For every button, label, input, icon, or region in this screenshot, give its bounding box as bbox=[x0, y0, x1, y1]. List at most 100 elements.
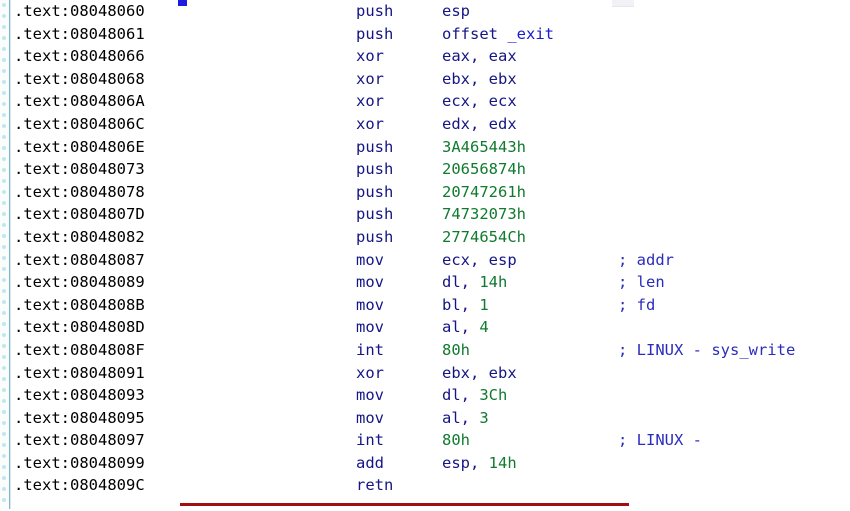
instruction-mnemonic[interactable]: int bbox=[356, 339, 384, 362]
instruction-mnemonic[interactable]: xor bbox=[356, 45, 384, 68]
operand-token-reg[interactable]: ecx, ecx bbox=[442, 92, 517, 110]
disassembly-line[interactable]: .text:0804807D push 74732073h bbox=[11, 203, 850, 226]
operand-token-num[interactable]: 1 bbox=[479, 296, 488, 314]
operand-token-reg[interactable]: dl, bbox=[442, 386, 479, 404]
line-comment[interactable]: ; addr bbox=[618, 249, 674, 272]
disassembly-line[interactable]: .text:0804809C retn bbox=[11, 474, 850, 497]
disassembly-line[interactable]: .text:08048082 push 2774654Ch bbox=[11, 226, 850, 249]
disassembly-line[interactable]: .text:08048066 xor eax, eax bbox=[11, 45, 850, 68]
operand-token-reg[interactable]: eax, eax bbox=[442, 47, 517, 65]
instruction-operands[interactable]: ecx, esp bbox=[442, 249, 517, 272]
line-comment[interactable]: ; len bbox=[618, 271, 665, 294]
instruction-mnemonic[interactable]: xor bbox=[356, 90, 384, 113]
instruction-mnemonic[interactable]: push bbox=[356, 23, 393, 46]
arrows-graph-gutter[interactable] bbox=[0, 0, 9, 511]
instruction-operands[interactable]: 80h bbox=[442, 339, 470, 362]
operand-token-num[interactable]: 74732073h bbox=[442, 205, 526, 223]
disassembly-line[interactable]: .text:08048091 xor ebx, ebx bbox=[11, 362, 850, 385]
instruction-mnemonic[interactable]: xor bbox=[356, 68, 384, 91]
instruction-mnemonic[interactable]: mov bbox=[356, 294, 384, 317]
instruction-mnemonic[interactable]: push bbox=[356, 181, 393, 204]
operand-token-reg[interactable]: bl, bbox=[442, 296, 479, 314]
disassembly-line[interactable]: .text:0804806A xor ecx, ecx bbox=[11, 90, 850, 113]
operand-token-num[interactable]: 2774654Ch bbox=[442, 228, 526, 246]
instruction-mnemonic[interactable]: int bbox=[356, 429, 384, 452]
instruction-operands[interactable]: 74732073h bbox=[442, 203, 526, 226]
instruction-operands[interactable]: bl, 1 bbox=[442, 294, 489, 317]
instruction-mnemonic[interactable]: mov bbox=[356, 249, 384, 272]
instruction-mnemonic[interactable]: push bbox=[356, 0, 393, 23]
disassembly-line[interactable]: .text:08048087 mov ecx, esp ; addr bbox=[11, 249, 850, 272]
instruction-operands[interactable]: 20656874h bbox=[442, 158, 526, 181]
instruction-operands[interactable]: ebx, ebx bbox=[442, 68, 517, 91]
instruction-operands[interactable]: 3A465443h bbox=[442, 136, 526, 159]
disassembly-line[interactable]: .text:0804808D mov al, 4 bbox=[11, 316, 850, 339]
line-comment[interactable]: ; LINUX - sys_write bbox=[618, 339, 795, 362]
instruction-operands[interactable]: 20747261h bbox=[442, 181, 526, 204]
instruction-operands[interactable]: dl, 3Ch bbox=[442, 384, 507, 407]
disassembly-line[interactable]: .text:08048089 mov dl, 14h ; len bbox=[11, 271, 850, 294]
instruction-operands[interactable]: edx, edx bbox=[442, 113, 517, 136]
instruction-operands[interactable]: esp, 14h bbox=[442, 452, 517, 475]
disassembly-line[interactable]: .text:08048099 add esp, 14h bbox=[11, 452, 850, 475]
operand-token-reg[interactable]: al, bbox=[442, 409, 479, 427]
instruction-mnemonic[interactable]: xor bbox=[356, 113, 384, 136]
line-comment[interactable]: ; LINUX - bbox=[618, 429, 711, 452]
instruction-operands[interactable]: ecx, ecx bbox=[442, 90, 517, 113]
disassembly-line[interactable]: .text:0804806E push 3A465443h bbox=[11, 136, 850, 159]
operand-token-num[interactable]: 14h bbox=[479, 273, 507, 291]
operand-token-num[interactable]: 80h bbox=[442, 341, 470, 359]
disassembly-line[interactable]: .text:08048061 push offset _exit bbox=[11, 23, 850, 46]
instruction-mnemonic[interactable]: retn bbox=[356, 474, 393, 497]
operand-token-kw[interactable]: offset bbox=[442, 25, 507, 43]
instruction-mnemonic[interactable]: mov bbox=[356, 316, 384, 339]
instruction-operands[interactable]: ebx, ebx bbox=[442, 362, 517, 385]
instruction-mnemonic[interactable]: push bbox=[356, 136, 393, 159]
operand-token-reg[interactable]: ecx, esp bbox=[442, 251, 517, 269]
operand-token-reg[interactable]: ebx, ebx bbox=[442, 70, 517, 88]
instruction-operands[interactable]: al, 3 bbox=[442, 407, 489, 430]
instruction-mnemonic[interactable]: mov bbox=[356, 384, 384, 407]
operand-token-reg[interactable]: esp, bbox=[442, 454, 489, 472]
operand-token-reg[interactable]: esp bbox=[442, 2, 470, 20]
disassembly-line[interactable]: .text:08048093 mov dl, 3Ch bbox=[11, 384, 850, 407]
disassembly-listing[interactable]: .text:08048060 push esp .text:08048061 push o… bbox=[11, 0, 850, 511]
instruction-mnemonic[interactable]: push bbox=[356, 158, 393, 181]
disassembly-line[interactable]: .text:0804806C xor edx, edx bbox=[11, 113, 850, 136]
instruction-mnemonic[interactable]: mov bbox=[356, 271, 384, 294]
instruction-operands[interactable]: esp bbox=[442, 0, 470, 23]
operand-token-reg[interactable]: al, bbox=[442, 318, 479, 336]
operand-token-num[interactable]: 20656874h bbox=[442, 160, 526, 178]
instruction-mnemonic[interactable]: push bbox=[356, 203, 393, 226]
operand-token-reg[interactable]: dl, bbox=[442, 273, 479, 291]
operand-token-num[interactable]: 4 bbox=[479, 318, 488, 336]
operand-token-num[interactable]: 3Ch bbox=[479, 386, 507, 404]
disassembly-line[interactable]: .text:08048078 push 20747261h bbox=[11, 181, 850, 204]
line-comment[interactable]: ; fd bbox=[618, 294, 655, 317]
operand-token-num[interactable]: 80h bbox=[442, 431, 470, 449]
operand-token-name[interactable]: _exit bbox=[507, 25, 554, 43]
instruction-mnemonic[interactable]: add bbox=[356, 452, 384, 475]
instruction-operands[interactable]: eax, eax bbox=[442, 45, 517, 68]
operand-token-reg[interactable]: ebx, ebx bbox=[442, 364, 517, 382]
operand-token-num[interactable]: 20747261h bbox=[442, 183, 526, 201]
instruction-operands[interactable]: offset _exit bbox=[442, 23, 554, 46]
disassembly-line[interactable]: .text:08048097 int 80h ; LINUX - bbox=[11, 429, 850, 452]
instruction-operands[interactable]: al, 4 bbox=[442, 316, 489, 339]
instruction-operands[interactable]: dl, 14h bbox=[442, 271, 507, 294]
instruction-mnemonic[interactable]: mov bbox=[356, 407, 384, 430]
disassembly-line[interactable]: .text:08048068 xor ebx, ebx bbox=[11, 68, 850, 91]
disassembly-line[interactable]: .text:08048073 push 20656874h bbox=[11, 158, 850, 181]
instruction-operands[interactable]: 2774654Ch bbox=[442, 226, 526, 249]
operand-token-reg[interactable]: edx, edx bbox=[442, 115, 517, 133]
operand-token-num[interactable]: 3 bbox=[479, 409, 488, 427]
instruction-mnemonic[interactable]: push bbox=[356, 226, 393, 249]
operand-token-num[interactable]: 3A465443h bbox=[442, 138, 526, 156]
instruction-operands[interactable]: 80h bbox=[442, 429, 470, 452]
operand-token-num[interactable]: 14h bbox=[489, 454, 517, 472]
instruction-mnemonic[interactable]: xor bbox=[356, 362, 384, 385]
disassembly-line[interactable]: .text:08048095 mov al, 3 bbox=[11, 407, 850, 430]
disassembly-line[interactable]: .text:08048060 push esp bbox=[11, 0, 850, 23]
disassembly-line[interactable]: .text:0804808F int 80h ; LINUX - sys_write bbox=[11, 339, 850, 362]
disassembly-line[interactable]: .text:0804808B mov bl, 1 ; fd bbox=[11, 294, 850, 317]
